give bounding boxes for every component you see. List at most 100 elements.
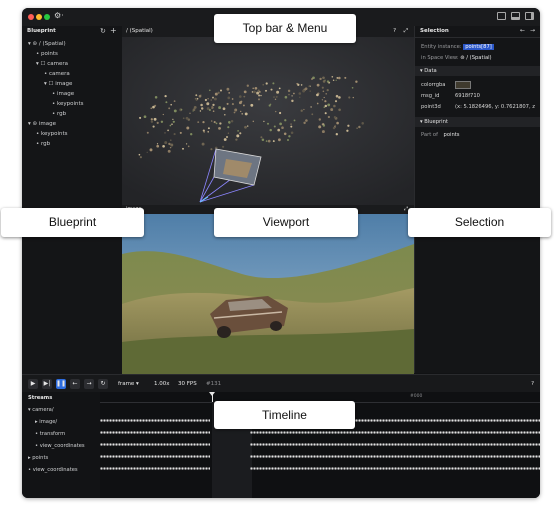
blueprint-tree-item[interactable]: • camera xyxy=(22,69,122,79)
point-cloud-point xyxy=(327,103,331,107)
play-icon[interactable]: ▶ xyxy=(28,379,38,389)
point-cloud-point xyxy=(180,108,183,111)
point-cloud-point xyxy=(170,139,172,141)
spatial-view-tab[interactable]: / (Spatial) xyxy=(122,28,153,34)
stream-track-events[interactable] xyxy=(100,419,210,422)
blueprint-tree-item[interactable]: • points xyxy=(22,49,122,59)
point-cloud-point xyxy=(361,122,364,125)
current-frame[interactable]: #131 xyxy=(206,379,221,389)
point-cloud-point xyxy=(265,82,268,85)
step-forward-icon[interactable]: → xyxy=(84,379,94,389)
stream-row[interactable]: ▾ camera/ xyxy=(22,404,100,416)
maximize-window-button[interactable] xyxy=(44,14,50,20)
spatial-3d-view[interactable] xyxy=(122,37,414,205)
point-cloud-point xyxy=(283,132,287,136)
step-to-end-icon[interactable]: ▶| xyxy=(42,379,52,389)
playback-speed[interactable]: 1.00x xyxy=(154,379,170,389)
point-cloud-point xyxy=(335,94,339,98)
point-cloud-point xyxy=(300,84,303,86)
stream-track-events[interactable] xyxy=(250,443,540,446)
stream-row[interactable]: • transform xyxy=(22,428,100,440)
stream-track-events[interactable] xyxy=(250,431,540,434)
point-cloud-canvas[interactable] xyxy=(122,37,414,205)
space-view-value[interactable]: / (Spatial) xyxy=(466,55,491,61)
stream-track-events[interactable] xyxy=(100,455,210,458)
loop-icon[interactable]: ↻ xyxy=(98,379,108,389)
space-view-icon: ⊚ xyxy=(460,55,465,61)
data-rows: colorrgba msg_id 6918f710 point3d (x: 5.1826… xyxy=(415,76,540,113)
blueprint-tree-label: image xyxy=(38,121,57,127)
stream-row[interactable]: • view_coordinates xyxy=(22,440,100,452)
close-window-button[interactable] xyxy=(28,14,34,20)
point-cloud-point xyxy=(325,93,327,95)
back-arrow-icon[interactable]: ← xyxy=(520,27,525,34)
point-cloud-point xyxy=(322,80,326,83)
point-cloud-point xyxy=(334,124,337,127)
image-view[interactable] xyxy=(122,214,414,374)
reset-blueprint-icon[interactable]: ↻ xyxy=(100,27,106,35)
maximize-view-icon[interactable]: ⤢ xyxy=(404,26,408,37)
point-cloud-point xyxy=(293,92,295,95)
point-cloud-point xyxy=(228,121,231,124)
pause-icon[interactable]: ❚❚ xyxy=(56,379,66,389)
point-cloud-point xyxy=(275,95,278,98)
forward-arrow-icon[interactable]: → xyxy=(530,27,535,34)
point-cloud-point xyxy=(210,99,212,101)
point-cloud-point xyxy=(173,133,176,136)
point-cloud-point xyxy=(275,110,277,113)
toggle-timeline-panel-icon[interactable] xyxy=(511,12,520,20)
blueprint-tree: ▾ ⊚ / (Spatial) • points ▾ ☐ camera • camer… xyxy=(22,37,122,149)
blueprint-tree-item[interactable]: ▾ ☐ image xyxy=(22,79,122,89)
stream-row[interactable]: ▸ image/ xyxy=(22,416,100,428)
add-space-view-icon[interactable]: + xyxy=(110,26,117,35)
blueprint-tree-item[interactable]: ▾ ⊚ image xyxy=(22,119,122,129)
blueprint-tree-item[interactable]: ▾ ⊚ / (Spatial) xyxy=(22,39,122,49)
point-cloud-point xyxy=(168,142,171,146)
fps-value[interactable]: 30 FPS xyxy=(178,379,197,389)
point-cloud-point xyxy=(228,91,231,94)
blueprint-tree-item[interactable]: • rgb xyxy=(22,109,122,119)
point-cloud-point xyxy=(222,145,225,148)
point-cloud-point xyxy=(172,120,175,123)
rerun-logo-icon[interactable]: ⚙· xyxy=(54,11,64,21)
data-section-header[interactable]: ▾ Data xyxy=(415,66,540,76)
stream-track-events[interactable] xyxy=(250,467,540,470)
help-icon[interactable]: ? xyxy=(393,26,396,37)
timeline-selector[interactable]: frame ▾ xyxy=(118,379,139,389)
point-cloud-point xyxy=(236,134,240,138)
blueprint-tree-item[interactable]: • keypoints xyxy=(22,129,122,139)
point-cloud-point xyxy=(185,143,188,145)
blueprint-tree-item[interactable]: ▾ ☐ camera xyxy=(22,59,122,69)
blueprint-tree-item[interactable]: • rgb xyxy=(22,139,122,149)
toggle-blueprint-panel-icon[interactable] xyxy=(497,12,506,20)
point-cloud-point xyxy=(139,116,142,119)
point-cloud-point xyxy=(152,125,155,128)
point-cloud-point xyxy=(226,87,230,91)
point-cloud-point xyxy=(209,89,211,92)
point-cloud-point xyxy=(253,90,256,94)
point-cloud-point xyxy=(252,87,254,90)
callout-blueprint: Blueprint xyxy=(1,208,144,237)
toggle-selection-panel-icon[interactable] xyxy=(525,12,534,20)
stream-row[interactable]: • view_coordinates xyxy=(22,464,100,476)
stream-row[interactable]: ▸ points xyxy=(22,452,100,464)
part-of-value[interactable]: points xyxy=(444,132,460,138)
time-cursor-head-icon[interactable] xyxy=(209,392,215,396)
space-view-row: in Space View: ⊚ / (Spatial) xyxy=(415,53,540,64)
blueprint-tree-item[interactable]: • keypoints xyxy=(22,99,122,109)
stream-track-events[interactable] xyxy=(100,431,210,434)
stream-track-events[interactable] xyxy=(250,455,540,458)
streams-list: Streams ▾ camera/▸ image/• transform • vi… xyxy=(22,392,100,498)
stream-track-events[interactable] xyxy=(100,443,210,446)
point-cloud-point xyxy=(187,145,190,148)
minimize-window-button[interactable] xyxy=(36,14,42,20)
point-cloud-point xyxy=(225,135,229,139)
blueprint-tree-item[interactable]: • image xyxy=(22,89,122,99)
step-back-icon[interactable]: ← xyxy=(70,379,80,389)
blueprint-section-header[interactable]: ▾ Blueprint xyxy=(415,117,540,127)
point-cloud-point xyxy=(244,125,247,129)
timeline-help-icon[interactable]: ? xyxy=(531,379,534,389)
point-cloud-point xyxy=(322,90,325,93)
entity-instance-value[interactable]: points[87] xyxy=(463,44,494,50)
stream-track-events[interactable] xyxy=(100,467,210,470)
